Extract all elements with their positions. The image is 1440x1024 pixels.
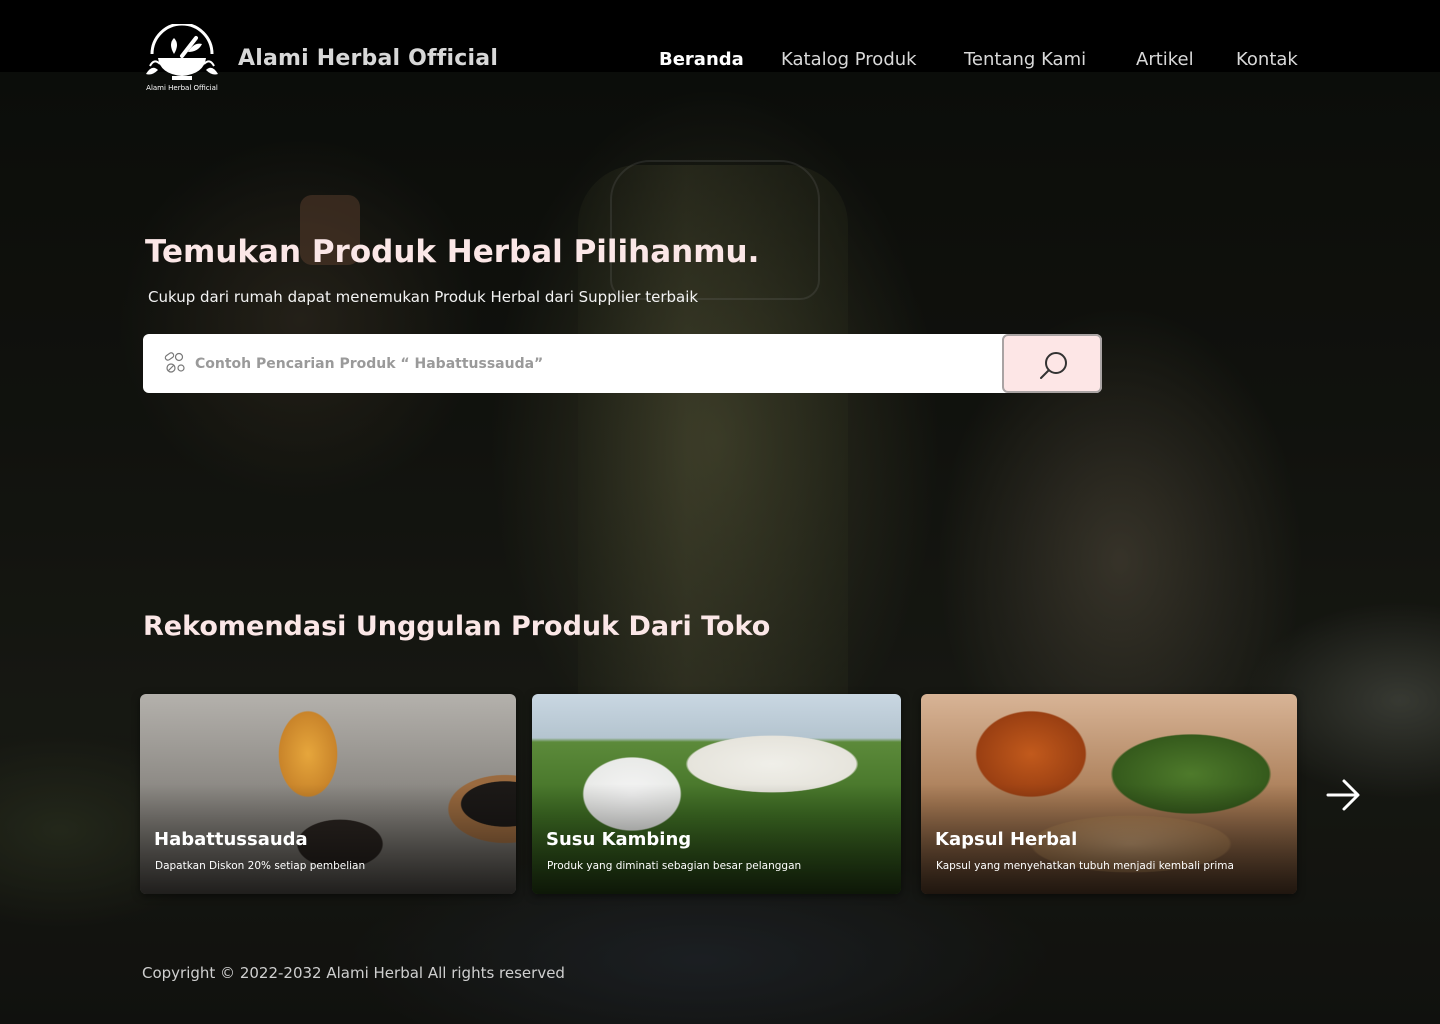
search-icon — [1040, 352, 1067, 379]
hero-title: Temukan Produk Herbal Pilihanmu. — [145, 234, 760, 270]
pills-icon — [163, 351, 187, 375]
logo-caption: Alami Herbal Official — [146, 84, 218, 92]
product-card-kapsul-herbal[interactable]: Kapsul Herbal Kapsul yang menyehatkan tu… — [921, 694, 1297, 894]
section-title-recommendations: Rekomendasi Unggulan Produk Dari Toko — [143, 611, 771, 642]
hero-subtitle: Cukup dari rumah dapat menemukan Produk … — [148, 288, 699, 306]
card-description: Produk yang diminati sebagian besar pela… — [547, 860, 802, 872]
card-description: Dapatkan Diskon 20% setiap pembelian — [155, 860, 366, 872]
nav-kontak[interactable]: Kontak — [1236, 49, 1298, 70]
search-bar — [143, 334, 1102, 393]
footer-copyright: Copyright © 2022-2032 Alami Herbal All r… — [142, 964, 565, 982]
card-title: Susu Kambing — [546, 829, 692, 850]
nav-beranda[interactable]: Beranda — [659, 49, 744, 70]
brand-name[interactable]: Alami Herbal Official — [238, 46, 498, 71]
product-card-susu-kambing[interactable]: Susu Kambing Produk yang diminati sebagi… — [532, 694, 901, 894]
logo[interactable]: Alami Herbal Official — [142, 22, 222, 96]
card-title: Habattussauda — [154, 829, 308, 850]
search-input[interactable] — [195, 334, 995, 393]
arrow-right-icon[interactable] — [1324, 776, 1362, 814]
mortar-pestle-icon — [146, 22, 218, 80]
product-card-habattussauda[interactable]: Habattussauda Dapatkan Diskon 20% setiap… — [140, 694, 516, 894]
nav-tentang-kami[interactable]: Tentang Kami — [964, 49, 1086, 70]
card-title: Kapsul Herbal — [935, 829, 1078, 850]
card-description: Kapsul yang menyehatkan tubuh menjadi ke… — [936, 860, 1234, 872]
search-button[interactable] — [1002, 334, 1102, 393]
nav-artikel[interactable]: Artikel — [1136, 49, 1194, 70]
nav-katalog-produk[interactable]: Katalog Produk — [781, 49, 917, 70]
